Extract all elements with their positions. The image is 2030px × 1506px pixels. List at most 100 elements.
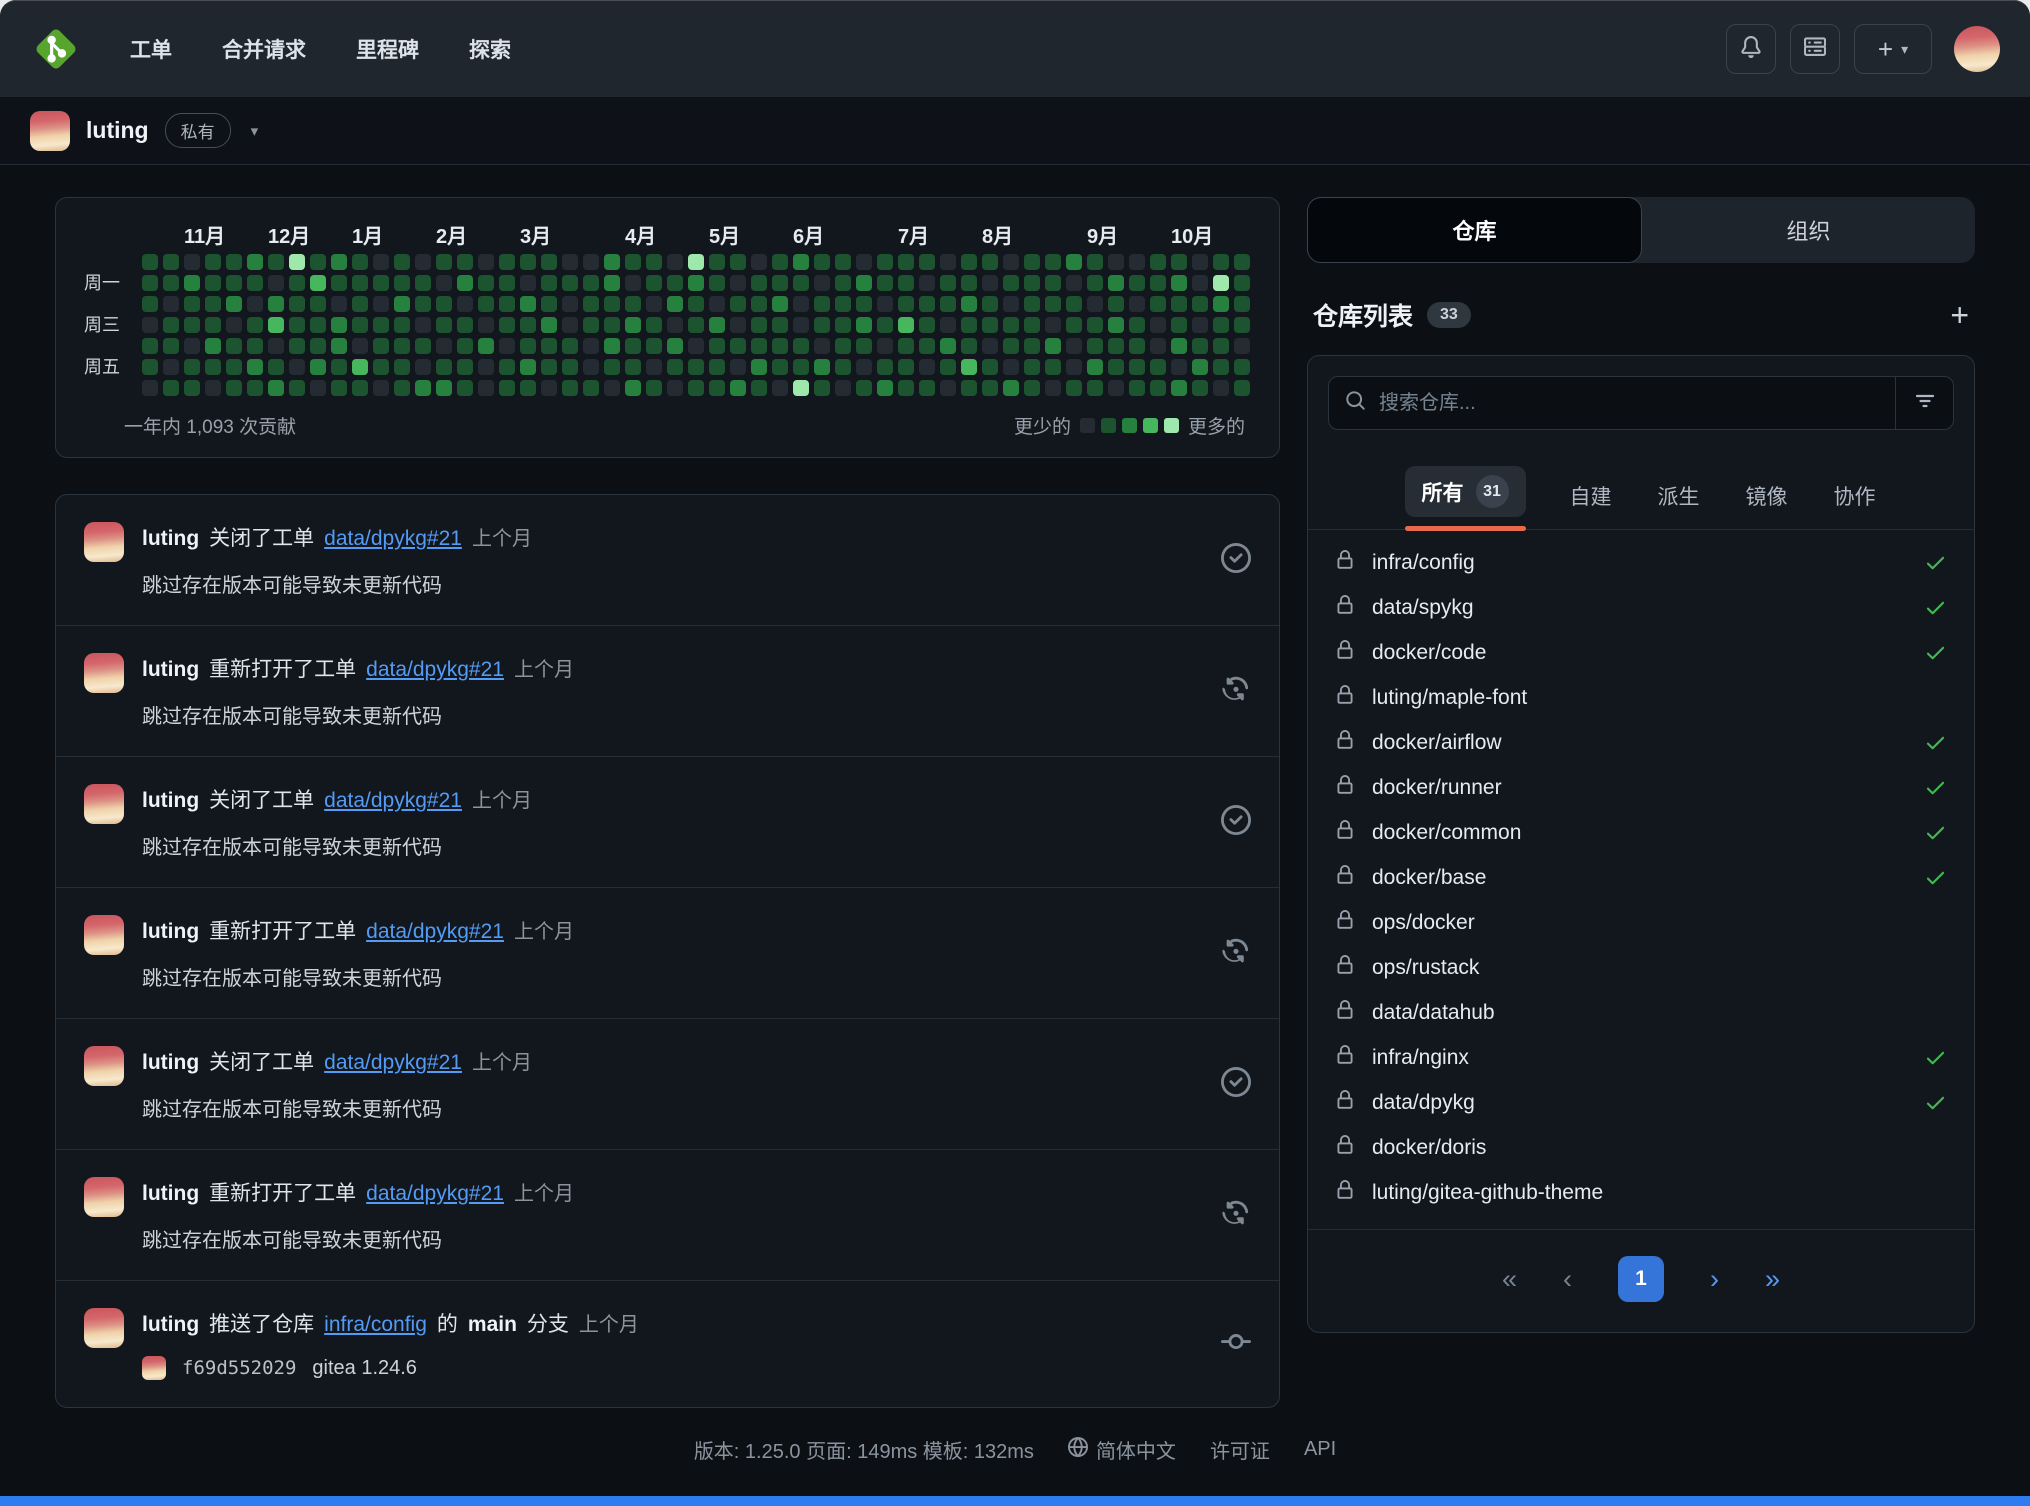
heatmap-cell <box>730 338 746 354</box>
repo-list-item[interactable]: ops/docker <box>1308 900 1974 945</box>
repo-list-item[interactable]: data/spykg <box>1308 585 1974 630</box>
pagination-first-button[interactable]: « <box>1502 1264 1517 1295</box>
repo-list-item[interactable]: docker/airflow <box>1308 720 1974 765</box>
heatmap-cell <box>982 275 998 291</box>
legend-swatches <box>1080 418 1179 433</box>
heatmap-cell <box>772 338 788 354</box>
repo-list-title: 仓库列表 <box>1313 297 1413 333</box>
site-logo-icon[interactable] <box>30 23 82 75</box>
heatmap-cell <box>499 296 515 312</box>
repo-link[interactable]: data/dpykg#21 <box>366 920 504 944</box>
heatmap-cell <box>688 317 704 333</box>
notifications-button[interactable] <box>1726 24 1776 74</box>
heatmap-grid <box>142 254 1250 396</box>
repo-list-item[interactable]: docker/doris <box>1308 1125 1974 1170</box>
heatmap-cell <box>163 296 179 312</box>
repo-link[interactable]: data/dpykg#21 <box>366 658 504 682</box>
feed-item-content: luting关闭了工单data/dpykg#21上个月跳过存在版本可能导致未更新… <box>142 1046 1203 1122</box>
heatmap-cell <box>205 296 221 312</box>
nav-link-1[interactable]: 合并请求 <box>222 34 306 64</box>
tab-repositories[interactable]: 仓库 <box>1307 197 1642 263</box>
repo-link[interactable]: data/dpykg#21 <box>366 1182 504 1206</box>
heatmap-cell <box>1192 338 1208 354</box>
commit-sha[interactable]: f69d552029 <box>182 1357 296 1379</box>
actor-name[interactable]: luting <box>142 789 199 813</box>
pagination-page-1-button[interactable]: 1 <box>1618 1256 1664 1302</box>
repo-filter-tab-4[interactable]: 协作 <box>1832 475 1878 529</box>
issue-closed-icon <box>1221 805 1251 840</box>
heatmap-cell <box>1087 296 1103 312</box>
heatmap-cell <box>1024 275 1040 291</box>
repo-list-item[interactable]: luting/maple-font <box>1308 675 1974 720</box>
repo-filter-tab-2[interactable]: 派生 <box>1656 475 1702 529</box>
repo-search-input[interactable] <box>1379 392 1879 415</box>
profile-avatar[interactable] <box>30 111 70 151</box>
bottom-accent-bar <box>0 1496 2030 1506</box>
actor-name[interactable]: luting <box>142 920 199 944</box>
heatmap-cell <box>730 359 746 375</box>
pagination-last-button[interactable]: » <box>1765 1264 1780 1295</box>
heatmap-cell <box>205 338 221 354</box>
tab-organizations[interactable]: 组织 <box>1642 197 1975 263</box>
pagination-prev-button[interactable]: ‹ <box>1563 1264 1572 1295</box>
actor-name[interactable]: luting <box>142 1182 199 1206</box>
heatmap-cell <box>478 338 494 354</box>
admin-panel-button[interactable] <box>1790 24 1840 74</box>
issue-closed-icon <box>1221 543 1251 578</box>
repo-name: infra/config <box>1372 551 1475 575</box>
avatar <box>84 1308 124 1348</box>
heatmap-cell <box>772 317 788 333</box>
heatmap-cell <box>793 254 809 270</box>
filter-button[interactable] <box>1895 377 1953 429</box>
heatmap-cell <box>1087 317 1103 333</box>
user-avatar[interactable] <box>1954 26 2000 72</box>
heatmap-cell <box>247 338 263 354</box>
repo-list-item[interactable]: data/datahub <box>1308 990 1974 1035</box>
language-link[interactable]: 简体中文 <box>1068 1435 1176 1464</box>
repo-link[interactable]: data/dpykg#21 <box>324 1051 462 1075</box>
repo-list-item[interactable]: data/dpykg <box>1308 1080 1974 1125</box>
repo-list-item[interactable]: docker/base <box>1308 855 1974 900</box>
repo-filter-tab-1[interactable]: 自建 <box>1568 475 1614 529</box>
heatmap-cell <box>1003 338 1019 354</box>
repo-filter-tab-0[interactable]: 所有31 <box>1405 466 1526 529</box>
heatmap-cell <box>898 296 914 312</box>
create-new-button[interactable]: + ▾ <box>1854 24 1932 74</box>
repo-link[interactable]: data/dpykg#21 <box>324 789 462 813</box>
heatmap-legend: 更少的 更多的 <box>1014 412 1245 439</box>
nav-link-2[interactable]: 里程碑 <box>356 34 419 64</box>
repo-link[interactable]: data/dpykg#21 <box>324 527 462 551</box>
heatmap-cell <box>940 380 956 396</box>
heatmap-cell <box>541 275 557 291</box>
nav-link-3[interactable]: 探索 <box>469 34 511 64</box>
actor-name[interactable]: luting <box>142 1313 199 1337</box>
heatmap-cell <box>436 317 452 333</box>
heatmap-cell <box>1045 275 1061 291</box>
repo-list-item[interactable]: ops/rustack <box>1308 945 1974 990</box>
heatmap-cell <box>814 338 830 354</box>
profile-dropdown-caret[interactable]: ▾ <box>251 122 259 140</box>
add-repo-button[interactable]: + <box>1950 299 1969 331</box>
pagination-next-button[interactable]: › <box>1710 1264 1719 1295</box>
heatmap-cell <box>982 338 998 354</box>
repo-list-item[interactable]: luting/gitea-github-theme <box>1308 1170 1974 1215</box>
repo-list-item[interactable]: infra/nginx <box>1308 1035 1974 1080</box>
actor-name[interactable]: luting <box>142 1051 199 1075</box>
actor-name[interactable]: luting <box>142 658 199 682</box>
api-link[interactable]: API <box>1304 1438 1336 1461</box>
repo-filter-tab-3[interactable]: 镜像 <box>1744 475 1790 529</box>
repo-list-item[interactable]: docker/common <box>1308 810 1974 855</box>
repo-list-item[interactable]: docker/code <box>1308 630 1974 675</box>
heatmap-cell <box>1150 317 1166 333</box>
repo-list-item[interactable]: infra/config <box>1308 540 1974 585</box>
timestamp: 上个月 <box>472 522 532 551</box>
license-link[interactable]: 许可证 <box>1210 1435 1270 1464</box>
heatmap-cell <box>205 380 221 396</box>
actor-name[interactable]: luting <box>142 527 199 551</box>
left-column: 11月12月1月2月3月4月5月6月7月8月9月10月 周一周三周五 一年内 1… <box>55 197 1280 1408</box>
heatmap-cell <box>415 338 431 354</box>
avatar <box>84 784 124 824</box>
repo-list-item[interactable]: docker/runner <box>1308 765 1974 810</box>
repo-link[interactable]: infra/config <box>324 1313 427 1337</box>
nav-link-0[interactable]: 工单 <box>130 34 172 64</box>
